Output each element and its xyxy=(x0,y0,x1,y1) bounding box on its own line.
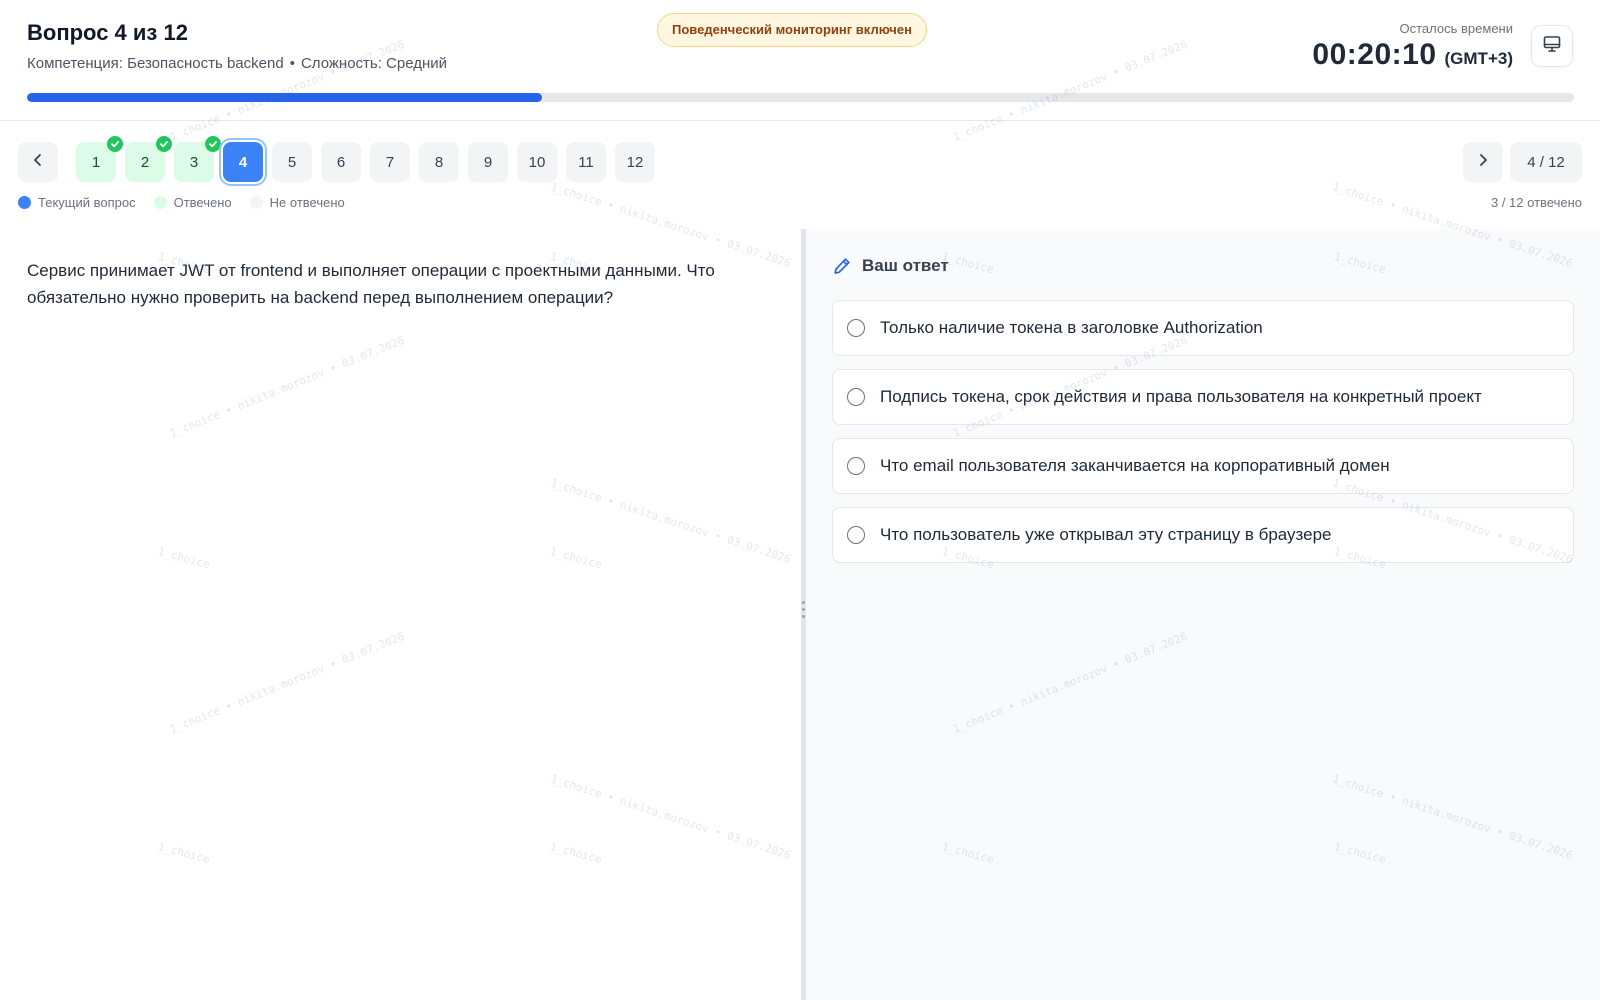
answer-option-label: Подпись токена, срок действия и права по… xyxy=(880,387,1482,406)
timer-timezone: (GMT+3) xyxy=(1444,49,1513,68)
question-number-label: 3 xyxy=(189,153,199,171)
question-meta: Компетенция: Безопасность backend • Сложно… xyxy=(27,55,447,72)
answer-option[interactable]: Что пользователь уже открывал эту страни… xyxy=(832,507,1574,563)
screen-mode-button[interactable] xyxy=(1531,25,1573,67)
answer-heading: Ваш ответ xyxy=(832,256,949,276)
question-number-label: 8 xyxy=(434,153,444,171)
legend-unanswered-label: Не отвечено xyxy=(269,195,345,210)
legend-answered-swatch xyxy=(153,196,167,209)
answered-count: 3 / 12 отвечено xyxy=(1490,195,1582,210)
legend-unanswered-swatch xyxy=(249,196,263,209)
answer-pane: Ваш ответ Только наличие токена в заголо… xyxy=(806,229,1600,1000)
legend-answered-label: Отвечено xyxy=(173,195,232,210)
chevron-left-icon xyxy=(30,152,46,173)
check-icon xyxy=(156,136,172,152)
radio-button[interactable] xyxy=(847,319,865,337)
progress-bar-fill xyxy=(27,93,543,102)
question-number-button[interactable]: 3 xyxy=(174,136,221,182)
answer-option[interactable]: Подпись токена, срок действия и права по… xyxy=(832,369,1574,425)
question-pane: Сервис принимает JWT от frontend и выпол… xyxy=(0,229,801,1000)
monitor-icon xyxy=(1542,34,1562,59)
radio-button[interactable] xyxy=(847,526,865,544)
radio-button[interactable] xyxy=(847,388,865,406)
question-number-label: 10 xyxy=(528,153,546,171)
legend-unanswered: Не отвечено xyxy=(249,195,345,210)
test-header: Вопрос 4 из 12 Компетенция: Безопасность… xyxy=(0,0,1600,121)
answer-option-label: Только наличие токена в заголовке Author… xyxy=(880,318,1263,337)
question-navigation: 1 2 3 4 5 6 7 8 9 10 11 12 4 / 12 Текущий вопрос От… xyxy=(0,122,1600,228)
question-text: Сервис принимает JWT от frontend и выпол… xyxy=(27,261,715,307)
countdown-timer: 00:20:10 (GMT+3) xyxy=(1312,38,1513,72)
question-number-button[interactable]: 2 xyxy=(125,136,172,182)
question-number-button[interactable]: 11 xyxy=(566,142,606,182)
answer-option-label: Что email пользователя заканчивается на … xyxy=(880,456,1390,475)
competency-label: Компетенция: Безопасность backend xyxy=(27,55,284,72)
legend-current-swatch xyxy=(18,196,31,209)
prev-question-button[interactable] xyxy=(18,142,58,182)
chevron-right-icon xyxy=(1475,152,1491,173)
answer-options: Только наличие токена в заголовке Author… xyxy=(832,300,1574,576)
timer-value: 00:20:10 xyxy=(1312,38,1437,71)
page-title: Вопрос 4 из 12 xyxy=(27,20,188,45)
grip-dots-icon xyxy=(802,601,805,622)
time-remaining-label: Осталось времени xyxy=(1399,21,1513,36)
page-counter: 4 / 12 xyxy=(1510,142,1582,182)
monitoring-badge: Поведенческий мониторинг включен xyxy=(657,13,927,47)
question-number-label: 9 xyxy=(483,153,493,171)
answer-option-label: Что пользователь уже открывал эту страни… xyxy=(880,525,1332,544)
question-number-button[interactable]: 10 xyxy=(517,142,557,182)
legend-current-label: Текущий вопрос xyxy=(38,195,136,210)
answer-heading-label: Ваш ответ xyxy=(862,256,949,275)
difficulty-label: Сложность: Средний xyxy=(300,55,448,72)
question-number-button[interactable]: 7 xyxy=(370,142,410,182)
question-number-label: 4 xyxy=(238,153,248,171)
question-number-button[interactable]: 1 xyxy=(76,136,123,182)
question-number-label: 5 xyxy=(287,153,297,171)
question-number-button[interactable]: 5 xyxy=(272,142,312,182)
question-number-label: 6 xyxy=(336,153,346,171)
progress-bar xyxy=(27,93,1574,102)
question-number-button[interactable]: 4 xyxy=(223,142,263,182)
question-number-label: 2 xyxy=(140,153,150,171)
question-number-button[interactable]: 8 xyxy=(419,142,459,182)
question-number-label: 12 xyxy=(626,153,644,171)
legend-current: Текущий вопрос xyxy=(18,195,136,210)
check-icon xyxy=(107,136,123,152)
question-number-label: 11 xyxy=(578,153,594,171)
meta-separator: • xyxy=(289,55,295,72)
question-number-button[interactable]: 12 xyxy=(615,142,655,182)
question-number-label: 7 xyxy=(385,153,395,171)
next-question-button[interactable] xyxy=(1463,142,1503,182)
status-legend: Текущий вопрос Отвечено Не отвечено xyxy=(18,195,363,210)
question-number-label: 1 xyxy=(91,153,101,171)
radio-button[interactable] xyxy=(847,457,865,475)
pencil-icon xyxy=(832,256,852,276)
answer-option[interactable]: Только наличие токена в заголовке Author… xyxy=(832,300,1574,356)
answer-option[interactable]: Что email пользователя заканчивается на … xyxy=(832,438,1574,494)
question-number-list: 1 2 3 4 5 6 7 8 9 10 11 12 xyxy=(76,136,655,182)
question-number-button[interactable]: 6 xyxy=(321,142,361,182)
check-icon xyxy=(205,136,221,152)
question-number-button[interactable]: 9 xyxy=(468,142,508,182)
legend-answered: Отвечено xyxy=(153,195,232,210)
